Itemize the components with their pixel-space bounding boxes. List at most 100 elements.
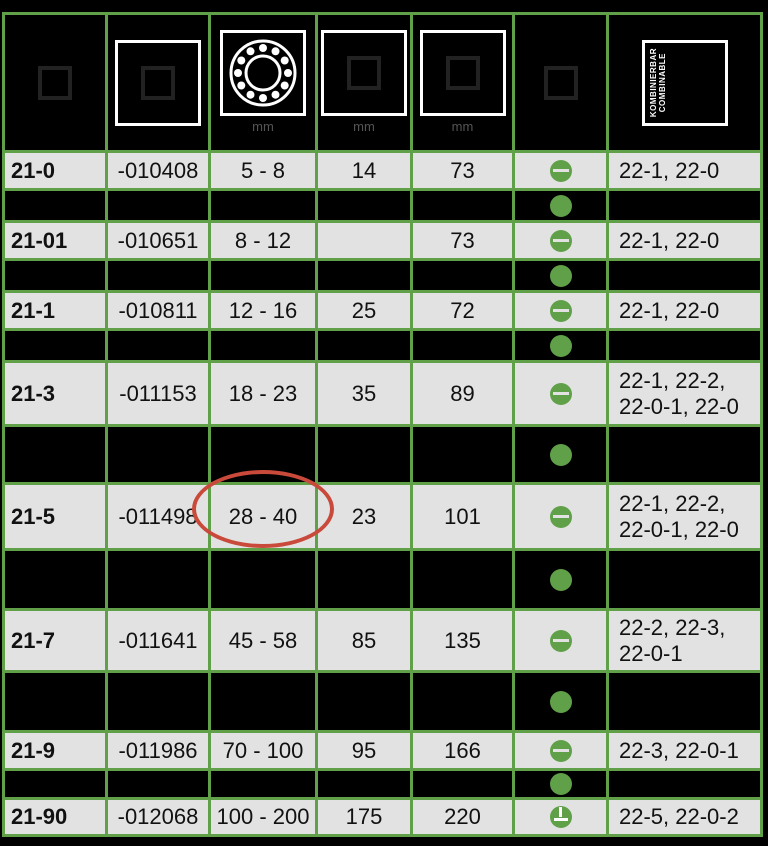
cell-value: 21-5 xyxy=(11,503,56,529)
cell-value: -011498 xyxy=(118,503,198,529)
table-cell xyxy=(410,258,515,293)
table-cell xyxy=(512,424,609,485)
cell-value: -011641 xyxy=(118,627,198,653)
table-cell: 22-1, 22-0 xyxy=(606,220,763,261)
table-cell xyxy=(410,328,515,363)
cell-value: 95 xyxy=(351,737,377,763)
table-cell xyxy=(315,188,413,223)
cell-value: 135 xyxy=(444,627,481,653)
table-cell: 100 - 200 xyxy=(208,797,318,837)
table-cell: 35 xyxy=(315,360,413,427)
table-cell xyxy=(606,258,763,293)
slot-icon xyxy=(549,382,572,405)
cell-value: 22-1, 22-0 xyxy=(619,227,720,253)
cell-value: 25 xyxy=(351,297,377,323)
table-cell: -010811 xyxy=(105,290,211,331)
table-cell xyxy=(606,424,763,485)
slot-icon xyxy=(549,299,572,322)
cell-value: 5 - 8 xyxy=(240,157,286,183)
cell-value: 21-1 xyxy=(11,297,56,323)
cell-value: -012068 xyxy=(117,804,199,830)
cell-value: 22-2, 22-3, 22-0-1 xyxy=(619,615,726,666)
cell-value: 22-1, 22-0 xyxy=(619,157,720,183)
table-cell: 5 - 8 xyxy=(208,150,318,191)
table-cell xyxy=(512,730,609,771)
table-cell: 21-01 xyxy=(2,220,108,261)
table-cell: 73 xyxy=(410,220,515,261)
table-cell: 21-1 xyxy=(2,290,108,331)
table-cell: 85 xyxy=(315,608,413,673)
cell-value: 12 - 16 xyxy=(228,297,298,323)
table-cell xyxy=(2,328,108,363)
table-cell xyxy=(410,768,515,800)
table-cell: 21-7 xyxy=(2,608,108,673)
table-cell xyxy=(208,548,318,611)
table-cell xyxy=(105,768,211,800)
table-cell xyxy=(105,188,211,223)
cell-value: 175 xyxy=(345,804,383,830)
table-cell: 166 xyxy=(410,730,515,771)
cell-value: 22-1, 22-0 xyxy=(619,297,720,323)
table-cell: 73 xyxy=(410,150,515,191)
slot-icon xyxy=(549,568,572,591)
table-cell xyxy=(512,797,609,837)
product-table: mm mm mm KOMBINIERBAR COMBINABLE 21-0 -010408 5… xyxy=(2,12,763,837)
table-cell xyxy=(208,188,318,223)
unit-label: mm xyxy=(252,119,274,135)
table-cell: 45 - 58 xyxy=(208,608,318,673)
slot-icon xyxy=(549,264,572,287)
cell-value: 45 - 58 xyxy=(228,627,298,653)
slot-icon xyxy=(549,334,572,357)
table-cell xyxy=(606,670,763,733)
table-cell xyxy=(315,768,413,800)
slot-icon xyxy=(549,739,572,762)
table-cell xyxy=(606,328,763,363)
cell-value: -011153 xyxy=(119,380,197,406)
table-cell xyxy=(410,670,515,733)
table-cell xyxy=(512,482,609,551)
table-cell xyxy=(315,220,413,261)
table-cell xyxy=(606,768,763,800)
cell-value: -011986 xyxy=(118,737,198,763)
slot-icon xyxy=(549,629,572,652)
bearing-icon xyxy=(220,30,306,117)
cell-value: 85 xyxy=(351,627,377,653)
slot-icon xyxy=(549,229,572,252)
slot-icon xyxy=(549,443,572,466)
table-cell: 70 - 100 xyxy=(208,730,318,771)
table-cell: -011641 xyxy=(105,608,211,673)
table-cell: 22-3, 22-0-1 xyxy=(606,730,763,771)
cell-value: -010811 xyxy=(118,297,198,323)
table-cell: 22-1, 22-2, 22-0-1, 22-0 xyxy=(606,482,763,551)
table-cell: 72 xyxy=(410,290,515,331)
table-cell xyxy=(2,670,108,733)
table-cell: 101 xyxy=(410,482,515,551)
slot-icon xyxy=(549,194,572,217)
table-cell xyxy=(315,670,413,733)
cell-value: 73 xyxy=(450,227,475,253)
table-cell xyxy=(512,360,609,427)
table-cell xyxy=(512,608,609,673)
cell-value: 21-90 xyxy=(11,804,68,830)
cell-value: 89 xyxy=(450,380,475,406)
table-cell xyxy=(208,258,318,293)
cell-value: 73 xyxy=(450,157,475,183)
cell-value: 166 xyxy=(444,737,481,763)
combinable-label: COMBINABLE xyxy=(657,52,667,113)
table-cell xyxy=(410,188,515,223)
table-cell: -010408 xyxy=(105,150,211,191)
table-cell: 22-5, 22-0-2 xyxy=(606,797,763,837)
table-cell xyxy=(2,424,108,485)
header-cell: mm xyxy=(208,12,318,153)
table-cell xyxy=(410,548,515,611)
table-cell xyxy=(315,328,413,363)
table-cell xyxy=(315,424,413,485)
table-cell: 14 xyxy=(315,150,413,191)
cell-value: 100 - 200 xyxy=(216,804,310,830)
table-cell: 21-90 xyxy=(2,797,108,837)
table-cell xyxy=(105,328,211,363)
table-cell xyxy=(2,258,108,293)
table-cell: 22-1, 22-2, 22-0-1, 22-0 xyxy=(606,360,763,427)
header-cell xyxy=(2,12,108,153)
cell-value: 21-0 xyxy=(11,157,56,183)
